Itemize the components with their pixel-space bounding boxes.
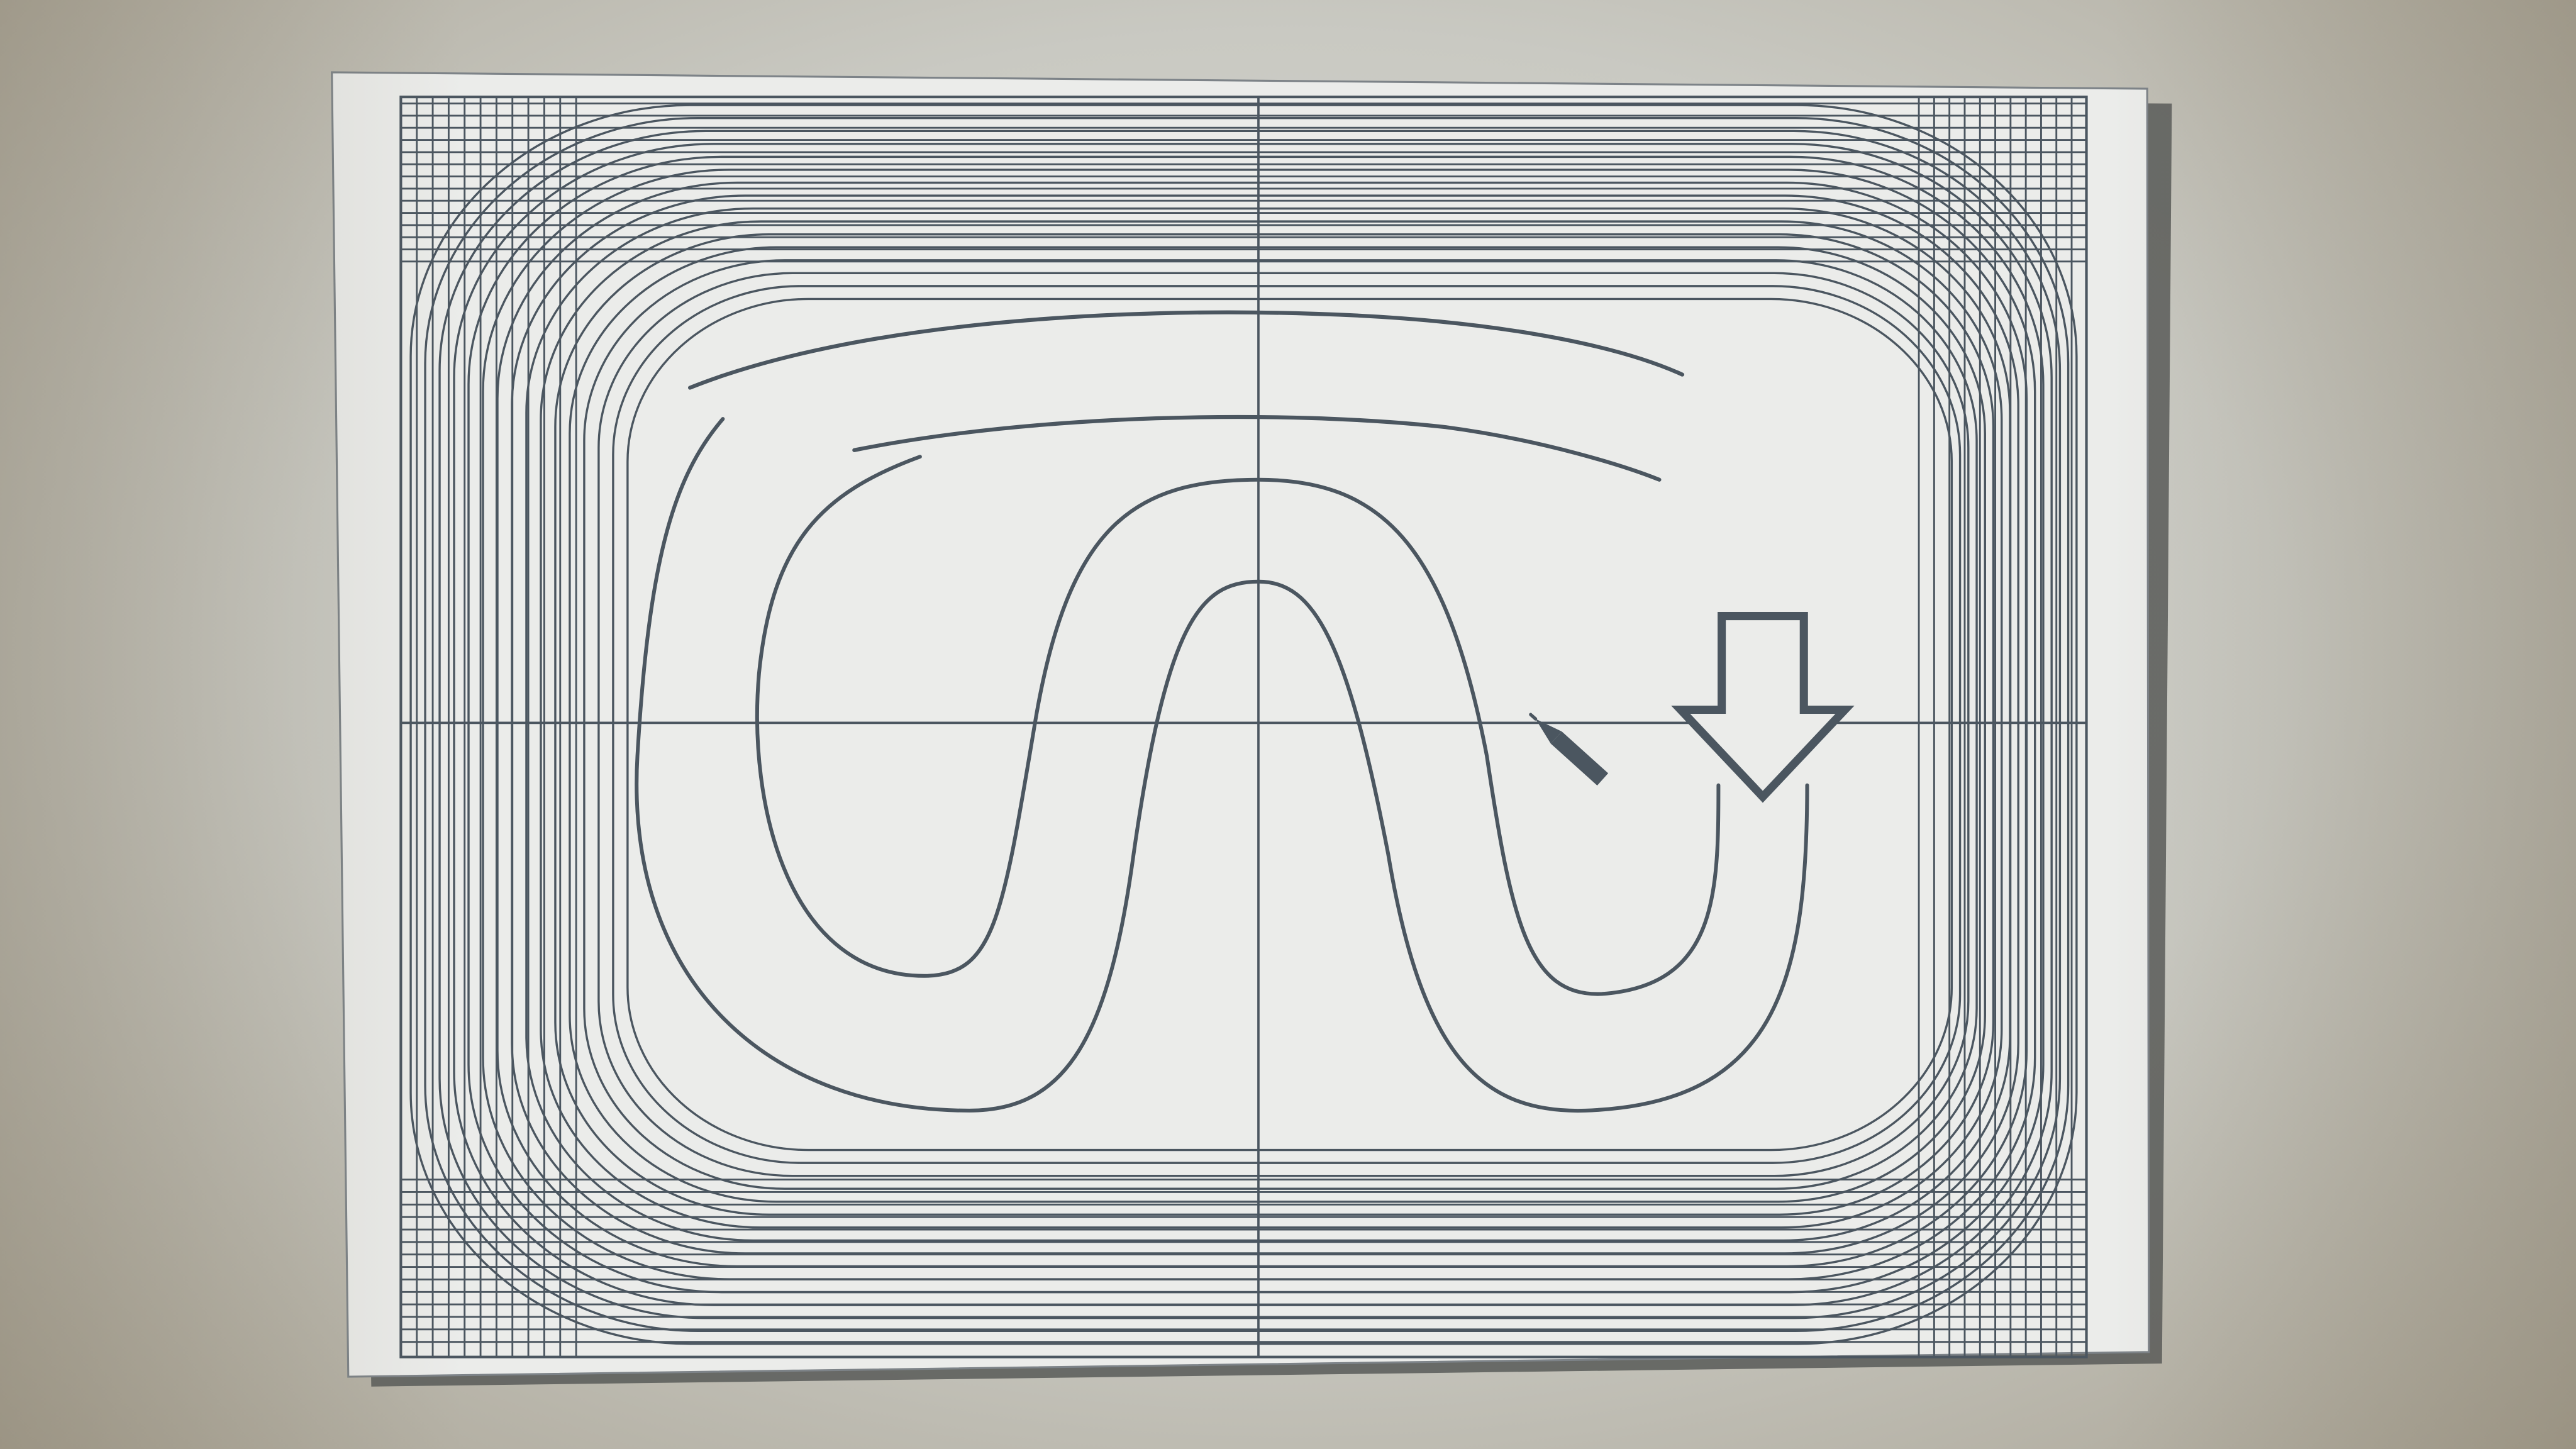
diagram-photo — [331, 71, 2172, 1387]
paper-sheet — [331, 71, 2150, 1378]
